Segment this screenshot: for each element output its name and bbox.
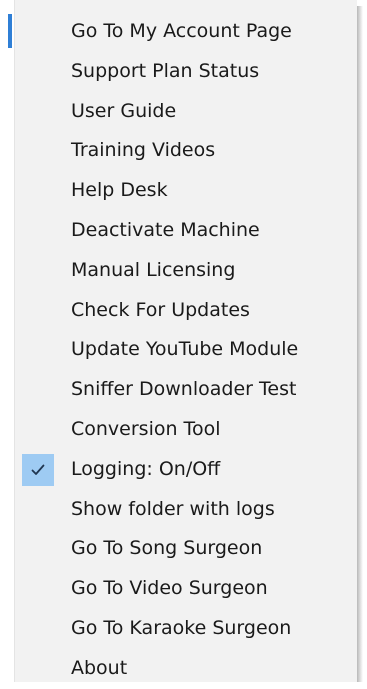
menu-item-label: Deactivate Machine (71, 218, 260, 241)
menu-item-user-guide[interactable]: User Guide (15, 92, 357, 132)
menu-item-label: Training Videos (71, 139, 216, 162)
menu-item-label: Go To Video Surgeon (71, 577, 268, 600)
menu-item-deactivate-machine[interactable]: Deactivate Machine (15, 211, 357, 251)
menu-item-go-to-my-account-page[interactable]: Go To My Account Page (15, 12, 357, 52)
menu-item-help-desk[interactable]: Help Desk (15, 171, 357, 211)
menu-item-training-videos[interactable]: Training Videos (15, 131, 357, 171)
window-edge-accent (8, 14, 12, 48)
menu-item-go-to-karaoke-surgeon[interactable]: Go To Karaoke Surgeon (15, 609, 357, 649)
menu-item-label: User Guide (71, 99, 177, 122)
menu-item-show-folder-with-logs[interactable]: Show folder with logs (15, 490, 357, 530)
menu-item-go-to-video-surgeon[interactable]: Go To Video Surgeon (15, 569, 357, 609)
menu-item-label: Check For Updates (71, 298, 250, 321)
menu-item-sniffer-downloader-test[interactable]: Sniffer Downloader Test (15, 370, 357, 410)
menu-item-support-plan-status[interactable]: Support Plan Status (15, 52, 357, 92)
menu-item-label: Sniffer Downloader Test (71, 378, 297, 401)
menu-item-conversion-tool[interactable]: Conversion Tool (15, 410, 357, 450)
menu-item-check-for-updates[interactable]: Check For Updates (15, 291, 357, 331)
menu-item-label: Go To My Account Page (71, 20, 292, 42)
menu-item-about[interactable]: About (15, 649, 357, 689)
menu-item-label: Conversion Tool (71, 417, 221, 440)
menu-item-update-youtube-module[interactable]: Update YouTube Module (15, 330, 357, 370)
menu-item-label: Update YouTube Module (71, 338, 299, 361)
menu-item-label: Support Plan Status (71, 59, 260, 82)
menu-item-logging-toggle[interactable]: Logging: On/Off (15, 450, 357, 490)
menu-shadow (357, 6, 363, 682)
menu-item-label: Manual Licensing (71, 258, 236, 281)
context-menu: Go To My Account Page Support Plan Statu… (14, 0, 357, 682)
menu-item-label: Go To Karaoke Surgeon (71, 616, 292, 639)
menu-item-label: About (71, 656, 128, 679)
menu-item-manual-licensing[interactable]: Manual Licensing (15, 251, 357, 291)
menu-item-label: Go To Song Surgeon (71, 537, 263, 560)
menu-item-go-to-song-surgeon[interactable]: Go To Song Surgeon (15, 529, 357, 569)
menu-item-label: Logging: On/Off (71, 457, 221, 480)
menu-item-label: Help Desk (71, 179, 168, 202)
menu-item-label: Show folder with logs (71, 497, 275, 520)
menu-list: Go To My Account Page Support Plan Statu… (15, 12, 357, 689)
checkmark-icon (22, 453, 54, 486)
